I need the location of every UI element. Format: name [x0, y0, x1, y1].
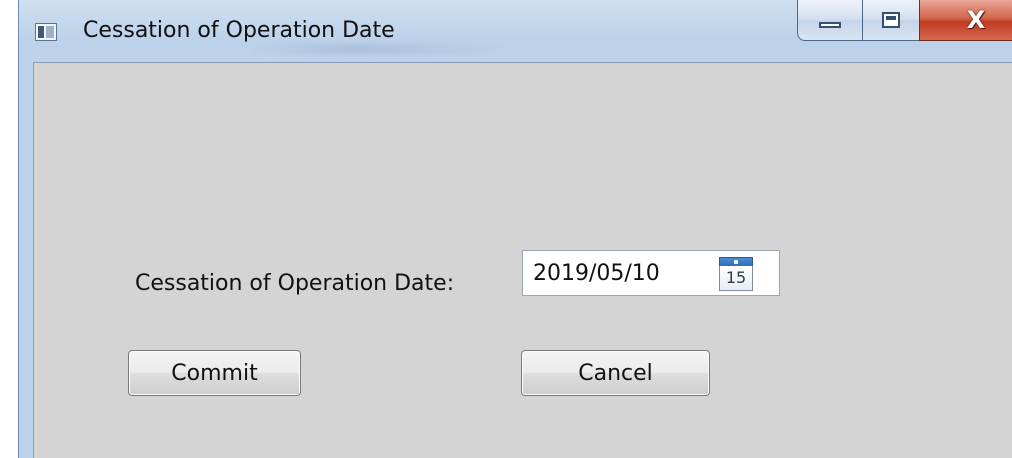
maximize-icon	[882, 12, 900, 28]
close-icon: X	[966, 6, 986, 34]
dialog-window: Cessation of Operation Date X Cessation …	[18, 0, 1012, 458]
date-picker[interactable]: 15	[522, 250, 780, 296]
date-label: Cessation of Operation Date:	[135, 271, 455, 296]
app-window-icon[interactable]	[35, 23, 57, 41]
calendar-icon-day: 15	[719, 266, 753, 291]
minimize-icon	[819, 22, 841, 28]
calendar-button[interactable]: 15	[719, 257, 753, 291]
title-bar-glass	[249, 44, 509, 54]
date-input[interactable]	[533, 261, 703, 286]
maximize-button[interactable]	[862, 0, 920, 41]
title-bar[interactable]: Cessation of Operation Date X	[19, 0, 1012, 62]
window-title: Cessation of Operation Date	[83, 18, 395, 43]
commit-button[interactable]: Commit	[128, 350, 301, 396]
cancel-button[interactable]: Cancel	[521, 350, 710, 396]
close-button[interactable]: X	[919, 0, 1012, 41]
dialog-content: Cessation of Operation Date: 15 Commit C…	[33, 62, 1012, 458]
caption-buttons: X	[797, 0, 1012, 42]
minimize-button[interactable]	[797, 0, 863, 41]
